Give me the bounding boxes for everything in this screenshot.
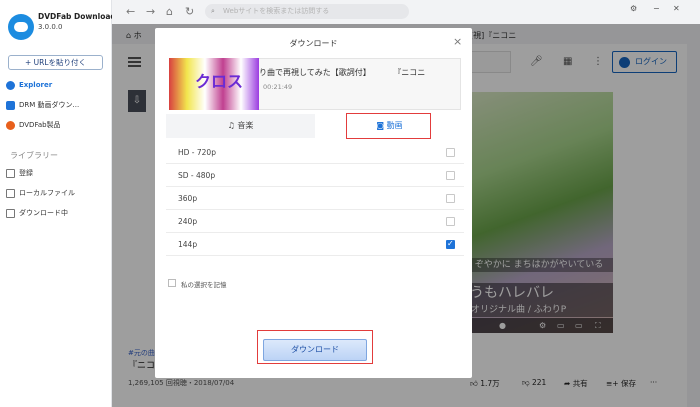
dvdfab-logo-icon — [8, 14, 34, 40]
sidebar-item-label: DVDFab製品 — [19, 121, 61, 129]
quality-checkbox[interactable] — [446, 194, 455, 203]
paste-url-button[interactable]: + URLを貼り付く — [8, 55, 103, 70]
minimize-icon[interactable]: − — [653, 4, 660, 13]
quality-label: 360p — [178, 194, 198, 203]
search-icon: ⌕ — [211, 7, 215, 15]
search-placeholder: Webサイトを検索または訪問する — [223, 7, 330, 15]
download-dialog: ダウンロード × クロス り曲で再視してみた【歌詞付】 『ニコニ 00:21:4… — [155, 28, 472, 378]
back-icon[interactable]: ← — [126, 5, 135, 18]
tab-audio[interactable]: ♫ 音楽 — [166, 114, 315, 138]
highlight-video-tab — [346, 113, 431, 139]
refresh-icon[interactable]: ↻ — [185, 5, 194, 18]
media-name: り曲で再視してみた【歌詞付】 『ニコニ — [259, 68, 426, 77]
close-icon[interactable]: × — [453, 35, 462, 48]
download-button[interactable]: ダウンロード — [263, 339, 367, 361]
quality-label: SD - 480p — [178, 171, 216, 180]
quality-checkbox[interactable] — [446, 171, 455, 180]
close-window-icon[interactable]: ✕ — [673, 4, 680, 13]
sidebar-item-explorer[interactable]: Explorer — [6, 78, 52, 92]
folder-icon — [6, 188, 15, 198]
browser-search-input[interactable]: ⌕ Webサイトを検索または訪問する — [205, 4, 409, 19]
quality-label: 144p — [178, 240, 198, 249]
quality-label: HD - 720p — [178, 148, 216, 157]
sidebar-item-subscribe[interactable]: 登録 — [6, 166, 33, 180]
quality-row-240p[interactable]: 240p — [166, 210, 464, 233]
thumbnail-text: クロス — [195, 72, 244, 91]
sidebar-item-label: ローカルファイル — [19, 189, 75, 197]
quality-label: 240p — [178, 217, 198, 226]
quality-row-144p[interactable]: 144p — [166, 233, 464, 256]
quality-row-720p[interactable]: HD - 720p — [166, 141, 464, 164]
quality-row-360p[interactable]: 360p — [166, 187, 464, 210]
remember-choice-label: 私の選択を記憶 — [181, 281, 227, 289]
tab-audio-label: 音楽 — [237, 121, 254, 130]
sidebar-item-label: DRM 動画ダウン... — [19, 101, 80, 109]
forward-icon[interactable]: → — [146, 5, 155, 18]
quality-row-480p[interactable]: SD - 480p — [166, 164, 464, 187]
quality-checkbox[interactable] — [446, 239, 455, 249]
subscribe-icon — [6, 168, 15, 178]
home-icon[interactable]: ⌂ — [166, 5, 173, 18]
remember-choice-checkbox[interactable] — [168, 279, 176, 287]
media-duration: 00:21:49 — [263, 83, 293, 91]
app-version: 3.0.0.0 — [38, 23, 63, 31]
sidebar-item-drm[interactable]: DRM 動画ダウン... — [6, 98, 79, 112]
quality-checkbox[interactable] — [446, 217, 455, 226]
sidebar-item-label: Explorer — [19, 81, 53, 89]
sidebar-item-downloading[interactable]: ダウンロード中 — [6, 206, 68, 220]
compass-icon — [6, 80, 15, 90]
sidebar-item-label: 登録 — [19, 169, 33, 177]
sidebar-item-dvdfab-products[interactable]: DVDFab製品 — [6, 118, 61, 132]
dialog-title: ダウンロード — [289, 39, 338, 48]
settings-icon[interactable]: ⚙ — [630, 4, 637, 13]
drm-icon — [6, 100, 15, 110]
quality-checkbox[interactable] — [446, 148, 455, 157]
dvdfab-icon — [6, 120, 15, 130]
sidebar-item-local-files[interactable]: ローカルファイル — [6, 186, 75, 200]
paste-url-label: URLを貼り付く — [33, 58, 87, 67]
music-note-icon: ♫ — [227, 121, 235, 130]
library-heading: ライブラリー — [10, 151, 58, 160]
sidebar-item-label: ダウンロード中 — [19, 209, 68, 217]
download-icon — [6, 208, 15, 218]
